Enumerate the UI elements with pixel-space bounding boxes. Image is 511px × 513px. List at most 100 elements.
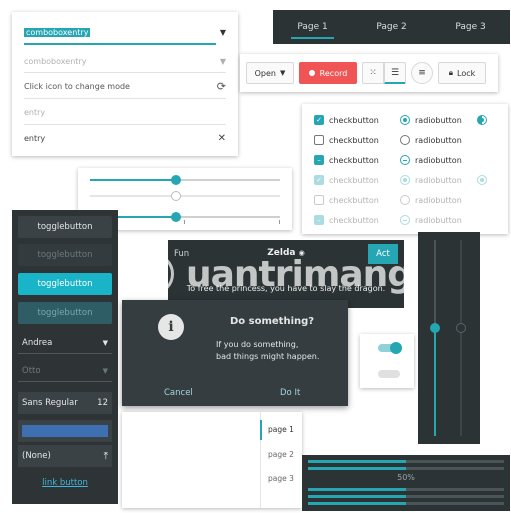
combobox-entry-disabled: comboboxentry ▼: [12, 49, 238, 73]
radiobutton-selected[interactable]: radiobutton: [400, 112, 462, 128]
check-radio-card: ✓ checkbutton checkbutton – checkbutton …: [302, 104, 508, 234]
color-button[interactable]: [18, 420, 112, 442]
file-value: (None): [22, 451, 51, 461]
checkbox-mixed-icon: –: [314, 155, 324, 165]
active-page-indicator: [260, 420, 262, 440]
radio-unselected-icon: [400, 135, 410, 145]
stack-pages-card: page 1 page 2 page 3: [122, 412, 302, 508]
radiobutton-unselected-disabled: radiobutton: [400, 192, 462, 208]
tab-label: Page 3: [455, 22, 486, 32]
page-item-1[interactable]: page 1: [268, 425, 294, 434]
act-button[interactable]: Act: [368, 244, 398, 264]
combobox-entry[interactable]: comboboxentry ▼: [12, 20, 238, 44]
tab-label: Page 2: [376, 22, 407, 32]
tab-label: Page 1: [297, 22, 328, 32]
radiobutton-unselected[interactable]: radiobutton: [400, 132, 462, 148]
dropdown-arrow-icon: ▼: [279, 69, 286, 77]
radiobutton-mixed-disabled: radiobutton: [400, 212, 462, 228]
page-item-3[interactable]: page 3: [268, 474, 294, 483]
slider-mark: [279, 220, 280, 224]
entry-text[interactable]: entry: [24, 134, 218, 143]
dark-widget-panel: togglebutton togglebutton togglebutton t…: [12, 210, 118, 504]
icon-mode-entry[interactable]: Click icon to change mode ⟳: [12, 74, 238, 98]
do-it-button[interactable]: Do It: [280, 388, 300, 398]
slider-knob[interactable]: [170, 212, 181, 222]
lock-icon: 🔒︎: [448, 68, 453, 77]
slider-mark: [184, 220, 185, 224]
togglebutton-label: togglebutton: [37, 250, 93, 260]
checkbutton-checked[interactable]: ✓ checkbutton: [314, 112, 379, 128]
tab-page-1[interactable]: Page 1: [273, 10, 352, 44]
divider: [24, 124, 226, 125]
radio-mixed-icon: [400, 155, 410, 165]
slider-knob[interactable]: [170, 175, 181, 185]
radiobutton-selected-disabled: radiobutton: [400, 172, 462, 188]
vslider-knob[interactable]: [430, 323, 440, 334]
refresh-icon[interactable]: ⟳: [217, 80, 226, 93]
progress-fill: [308, 495, 406, 498]
link-button[interactable]: link button: [12, 478, 118, 488]
checkbutton-label: checkbutton: [329, 215, 379, 225]
page-tabs: Page 1 Page 2 Page 3: [273, 10, 510, 44]
combobox-value: Andrea: [22, 337, 53, 348]
grid-view-button[interactable]: ⁙: [362, 62, 384, 84]
togglebutton-disabled: togglebutton: [18, 244, 112, 266]
upload-icon: ⤒: [103, 450, 108, 462]
divider: [24, 98, 226, 99]
page-item-2[interactable]: page 2: [268, 450, 294, 459]
toolbar: Open ▼ Record ⁙ ☰ ≡ 🔒︎ Lock: [240, 54, 498, 92]
checkbutton-unchecked[interactable]: checkbutton: [314, 132, 379, 148]
color-swatch: [22, 425, 108, 437]
file-chooser-button[interactable]: (None) ⤒: [18, 445, 112, 467]
tab-page-2[interactable]: Page 2: [352, 10, 431, 44]
combobox-andrea[interactable]: Andrea ▼: [18, 332, 112, 354]
radiobutton-label: radiobutton: [415, 115, 462, 125]
entry-placeholder-field[interactable]: entry: [12, 100, 238, 124]
togglebutton-active[interactable]: togglebutton: [18, 273, 112, 295]
checkbutton-mixed[interactable]: – checkbutton: [314, 152, 379, 168]
cancel-button[interactable]: Cancel: [164, 388, 193, 398]
checkbox-unchecked-icon: [314, 135, 324, 145]
view-mode-toggle: ⁙ ☰: [362, 62, 406, 84]
clear-icon[interactable]: ✕: [218, 133, 226, 144]
entry-field[interactable]: entry ✕: [12, 126, 238, 150]
progress-fill: [308, 488, 406, 491]
icon-mode-text[interactable]: Click icon to change mode: [24, 82, 217, 91]
checkbutton-label: checkbutton: [329, 155, 379, 165]
info-icon: i: [158, 314, 184, 340]
checkbutton-unchecked-disabled: checkbutton: [314, 192, 379, 208]
radiobutton-label: radiobutton: [415, 135, 462, 145]
slider-track-disabled: [90, 195, 280, 197]
togglebutton-normal[interactable]: togglebutton: [18, 216, 112, 238]
radio-unselected-icon: [400, 195, 410, 205]
radio-half-icon: [477, 115, 487, 125]
progress-fill: [308, 502, 406, 505]
progress-fill: [308, 467, 406, 470]
list-view-button[interactable]: ☰: [384, 62, 406, 84]
progress-label: 50%: [397, 473, 415, 482]
open-button[interactable]: Open ▼: [246, 62, 294, 84]
font-button[interactable]: Sans Regular 12: [18, 392, 112, 414]
progress-bar: [308, 488, 504, 491]
dialog-body: If you do something, bad things might ha…: [216, 339, 319, 363]
checkbutton-label: checkbutton: [329, 115, 379, 125]
message-dialog: i Do something? If you do something, bad…: [122, 300, 348, 406]
dialog-title: Do something?: [230, 316, 315, 327]
vslider-knob-disabled: [456, 323, 466, 334]
checkbutton-label: checkbutton: [329, 135, 379, 145]
tab-page-3[interactable]: Page 3: [431, 10, 510, 44]
radiobutton-mixed[interactable]: radiobutton: [400, 152, 462, 168]
checkbox-checked-icon: ✓: [314, 115, 324, 125]
radio-inconsistent[interactable]: [477, 112, 492, 128]
switch-on[interactable]: [378, 342, 402, 354]
checkbutton-label: checkbutton: [329, 195, 379, 205]
togglebutton-label: togglebutton: [37, 308, 93, 318]
dropdown-arrow-icon[interactable]: ▼: [220, 28, 226, 37]
combobox-entry-text[interactable]: comboboxentry: [24, 27, 91, 37]
dropdown-arrow-icon: ▼: [102, 338, 108, 347]
lock-button[interactable]: 🔒︎ Lock: [438, 62, 486, 84]
divider: [24, 72, 226, 73]
menu-button[interactable]: ≡: [411, 62, 433, 84]
checkbox-mixed-icon: –: [314, 215, 324, 225]
record-button[interactable]: Record: [299, 62, 357, 84]
